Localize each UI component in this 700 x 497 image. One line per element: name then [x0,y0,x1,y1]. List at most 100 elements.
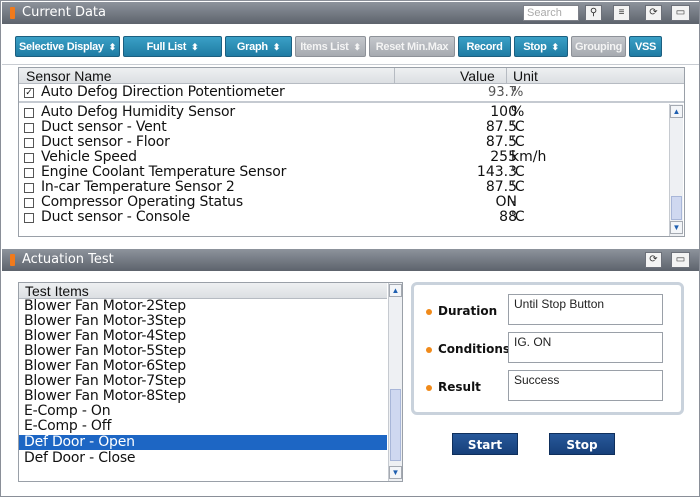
sensor-unit: 'C [511,134,525,150]
pinned-divider [19,101,684,103]
checkbox-checked[interactable]: ✓ [24,88,34,98]
sensor-name: Auto Defog Direction Potentiometer [41,84,285,100]
sensor-unit: - [511,194,517,210]
list-item[interactable]: E-Comp - Off [19,419,387,434]
current-data-title: Current Data [22,5,106,20]
sensor-name: Vehicle Speed [41,149,137,165]
bullet-icon [426,308,432,315]
sensor-unit: % [511,104,525,120]
checkbox[interactable] [24,138,34,148]
dropdown-arrow-icon: ⬍ [191,42,199,52]
sensor-row[interactable]: Duct sensor - Vent 87.5 'C [19,119,669,135]
sensor-row[interactable]: Duct sensor - Floor 87.5 'C [19,134,669,150]
list-item[interactable]: Def Door - Close [19,451,387,466]
scroll-thumb[interactable] [671,196,682,220]
list-item[interactable]: Blower Fan Motor-3Step [19,314,387,329]
test-items-header: Test Items [19,283,387,299]
scroll-thumb[interactable] [390,389,401,461]
scroll-up-icon[interactable]: ▲ [389,284,402,297]
sensor-unit: 'C [511,209,525,225]
sensor-name: Duct sensor - Floor [41,134,170,150]
test-items-scrollbar[interactable]: ▲ ▼ [388,283,402,481]
search-input[interactable]: Search [523,5,579,21]
bullet-icon [426,346,432,353]
orange-marker-icon [10,7,15,19]
sensor-name: Duct sensor - Vent [41,119,167,135]
list-view-icon[interactable]: ≡ [613,5,630,21]
stop-button[interactable]: Stop ⬍ [514,36,568,57]
start-button[interactable]: Start [452,433,518,455]
sensor-name: In-car Temperature Sensor 2 [41,179,235,195]
sensor-name: Engine Coolant Temperature Sensor [41,164,287,180]
checkbox[interactable] [24,123,34,133]
list-item[interactable]: Blower Fan Motor-7Step [19,374,387,389]
sensor-unit: % [511,85,524,100]
list-item[interactable]: E-Comp - On [19,404,387,419]
checkbox[interactable] [24,198,34,208]
sensor-unit: km/h [511,149,547,165]
sensor-row[interactable]: Vehicle Speed 255 km/h [19,149,669,165]
result-field: Success [508,370,663,401]
bullet-icon [426,384,432,391]
window-icon[interactable]: ▭ [671,5,690,21]
list-item-selected[interactable]: Def Door - Open [19,435,387,450]
vss-button[interactable]: VSS [629,36,662,57]
grouping-button[interactable]: Grouping [571,36,626,57]
sensor-row[interactable]: Compressor Operating Status ON - [19,194,669,210]
dropdown-arrow-icon: ⬍ [353,42,362,52]
unit-header: Unit [513,68,538,84]
checkbox[interactable] [24,153,34,163]
window-icon[interactable]: ▭ [671,252,690,268]
orange-marker-icon [10,254,15,266]
items-list-button[interactable]: Items List ⬍ [295,36,366,57]
actuation-details-panel: Duration Until Stop Button Conditions IG… [411,282,684,415]
actuation-titlebar: Actuation Test ⟳ ▭ [2,249,699,271]
sensor-row[interactable]: Engine Coolant Temperature Sensor 143.3 … [19,164,669,180]
toolbar: Selective Display ⬍ Full List ⬍ Graph ⬍ Ite… [2,24,699,65]
conditions-field: IG. ON [508,332,663,363]
sensor-table: Sensor Name Value Unit ✓ Auto Defog Dire… [18,67,685,237]
value-header: Value [460,68,495,84]
sensor-name-header: Sensor Name [26,68,112,84]
retry-icon[interactable]: ⟳ [645,5,662,21]
list-item[interactable]: Blower Fan Motor-4Step [19,329,387,344]
dropdown-arrow-icon: ⬍ [108,42,117,52]
checkbox[interactable] [24,183,34,193]
sensor-row-pinned[interactable]: ✓ Auto Defog Direction Potentiometer 93.… [19,84,669,100]
checkbox[interactable] [24,168,34,178]
list-item[interactable]: Blower Fan Motor-8Step [19,389,387,404]
sensor-name: Auto Defog Humidity Sensor [41,104,235,120]
sensor-row[interactable]: Duct sensor - Console 88 'C [19,209,669,225]
conditions-label: Conditions [426,342,510,356]
list-item[interactable]: Blower Fan Motor-6Step [19,359,387,374]
sensor-unit: 'C [511,179,525,195]
test-items-list: Test Items Blower Fan Motor-2Step Blower… [18,282,403,482]
sensor-scrollbar[interactable]: ▲ ▼ [669,104,683,236]
selective-display-button[interactable]: Selective Display ⬍ [15,36,120,57]
sensor-row[interactable]: Auto Defog Humidity Sensor 100 % [19,104,669,120]
search-icon[interactable]: ⚲ [585,5,602,21]
actuation-title: Actuation Test [22,252,114,267]
list-item[interactable]: Blower Fan Motor-5Step [19,344,387,359]
list-item[interactable]: Blower Fan Motor-2Step [19,299,387,314]
sensor-name: Compressor Operating Status [41,194,243,210]
sensor-row[interactable]: In-car Temperature Sensor 2 87.5 'C [19,179,669,195]
scroll-down-icon[interactable]: ▼ [670,221,683,234]
full-list-button[interactable]: Full List ⬍ [123,36,222,57]
duration-label: Duration [426,304,497,318]
sensor-name: Duct sensor - Console [41,209,191,225]
checkbox[interactable] [24,213,34,223]
scroll-down-icon[interactable]: ▼ [389,466,402,479]
stop-actuation-button[interactable]: Stop [549,433,615,455]
graph-button[interactable]: Graph ⬍ [225,36,292,57]
sensor-unit: 'C [511,119,525,135]
retry-icon[interactable]: ⟳ [645,252,662,268]
reset-min-max-button[interactable]: Reset Min.Max [369,36,455,57]
checkbox[interactable] [24,108,34,118]
duration-field: Until Stop Button [508,294,663,325]
current-data-titlebar: Current Data Search ⚲ ≡ ⟳ ▭ [2,2,699,24]
record-button[interactable]: Record [458,36,511,57]
scroll-up-icon[interactable]: ▲ [670,105,683,118]
sensor-table-header: Sensor Name Value Unit [19,68,684,84]
app-window: Current Data Search ⚲ ≡ ⟳ ▭ Selective Di… [0,0,700,497]
